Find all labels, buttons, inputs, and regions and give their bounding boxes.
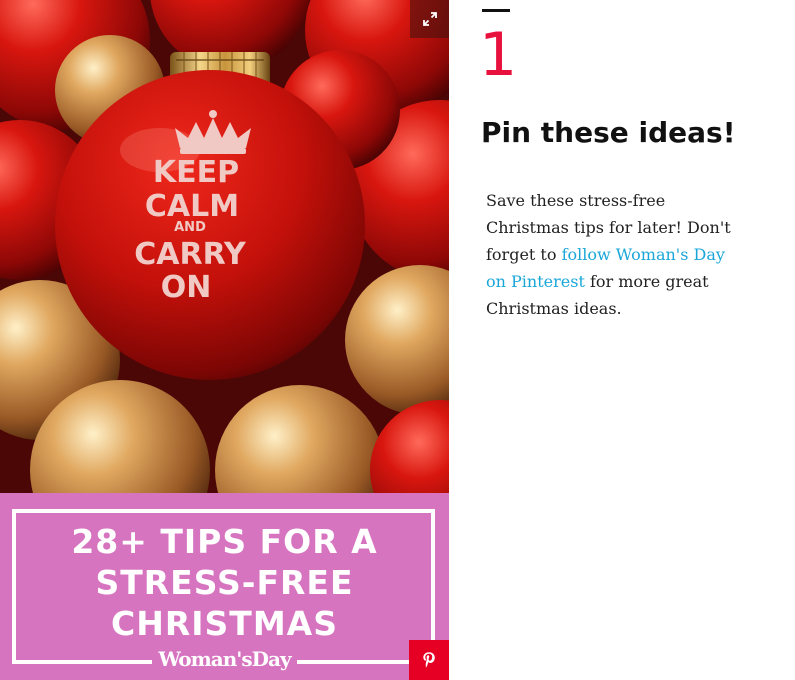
- expand-image-button[interactable]: [410, 0, 449, 38]
- ornament-line-5: ON: [161, 270, 212, 305]
- slide-page: KEEP CALM AND CARRY ON 28+ TIPS FOR A ST…: [0, 0, 795, 680]
- expand-icon: [422, 12, 437, 26]
- ornament-line-1: KEEP: [153, 155, 239, 190]
- slide-number-rule: [482, 9, 510, 12]
- banner-title: 28+ TIPS FOR A STRESS-FREE CHRISTMAS: [0, 521, 449, 644]
- banner-title-line-1: 28+ TIPS FOR A: [71, 522, 378, 561]
- pinterest-icon: [423, 652, 435, 668]
- ornament-line-3: AND: [174, 220, 206, 235]
- slide-description: Save these stress-free Christmas tips fo…: [486, 187, 748, 322]
- slide-number: 1: [479, 20, 518, 90]
- banner-title-line-3: CHRISTMAS: [111, 604, 338, 643]
- ornament-text-layer: KEEP CALM AND CARRY ON: [134, 155, 247, 305]
- ornament-line-2: CALM: [145, 189, 239, 224]
- slide-title: Pin these ideas!: [481, 116, 736, 149]
- slide-image: KEEP CALM AND CARRY ON 28+ TIPS FOR A ST…: [0, 0, 449, 680]
- ornament-line-4: CARRY: [134, 237, 247, 272]
- promo-banner: 28+ TIPS FOR A STRESS-FREE CHRISTMAS Wom…: [0, 493, 449, 680]
- slide-content: 1 Pin these ideas! Save these stress-fre…: [449, 0, 795, 680]
- pin-it-button[interactable]: [409, 640, 449, 680]
- brand-logo: Woman'sDay: [0, 647, 449, 671]
- brand-logo-text: Woman'sDay: [152, 647, 297, 671]
- banner-title-line-2: STRESS-FREE: [95, 563, 354, 602]
